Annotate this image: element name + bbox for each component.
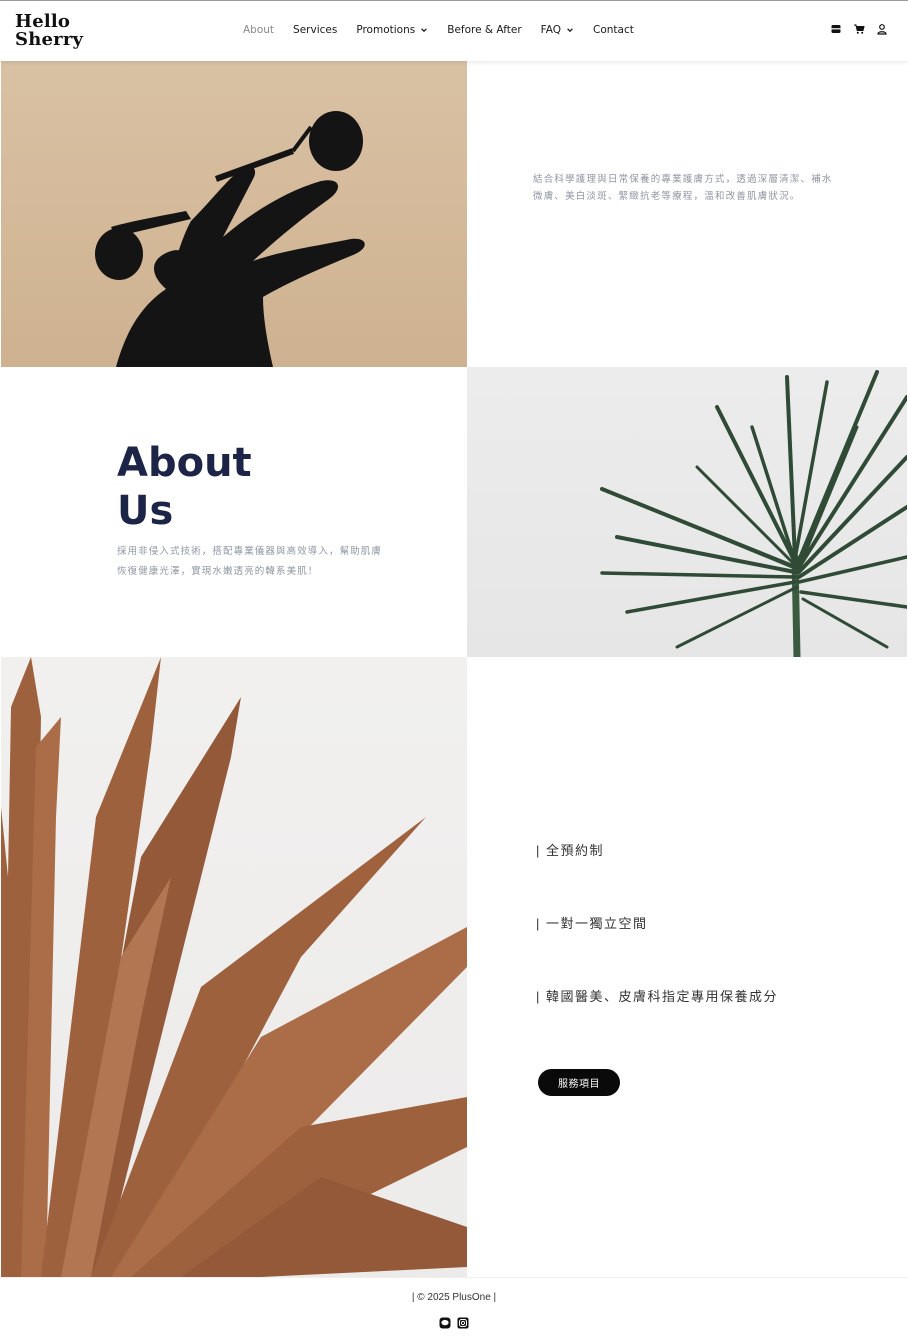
site-header: Hello Sherry About Services Promotions B… [0,0,908,61]
main-nav: About Services Promotions Before & After… [243,24,653,36]
nav-item-about[interactable]: About [243,24,274,36]
store-icon[interactable] [830,23,842,35]
feature-item: | 韓國醫美、皮膚科指定專用保養成分 [536,989,778,1004]
nav-label: Contact [593,24,634,36]
header-icons [819,23,888,35]
chevron-down-icon [421,28,428,33]
intro-section: 結合科學護理與日常保養的專業護膚方式，透過深層清潔、補水微膚、美白淡斑、緊緻抗老… [467,61,908,367]
nav-item-faq[interactable]: FAQ [541,24,574,36]
copyright-text: | © 2025 PlusOne | [411,1292,497,1303]
chevron-down-icon [567,28,573,33]
cart-icon[interactable] [853,23,865,35]
plant-illustration [600,370,907,657]
feature-item: | 全預約制 [536,843,604,858]
site-logo[interactable]: Hello Sherry [15,13,83,49]
nav-item-before-after[interactable]: Before & After [447,24,521,36]
features-section: | 全預約制 | 一對一獨立空間 | 韓國醫美、皮膚科指定專用保養成分 服務項目 [467,657,908,1277]
nav-item-promotions[interactable]: Promotions [356,24,428,36]
about-title: About Us [117,439,252,535]
nav-item-services[interactable]: Services [293,24,337,36]
about-title-line-2: Us [117,488,174,534]
nav-label: FAQ [540,24,561,36]
plant-image [467,367,907,657]
dried-palm-image [1,657,467,1277]
feature-item: | 一對一獨立空間 [536,916,648,931]
hand-shadow-image [1,61,467,367]
social-links [0,1317,908,1329]
instagram-icon[interactable] [457,1317,469,1329]
about-section: About Us 採用非侵入式技術，搭配專業儀器與高效導入，幫助肌膚恢復健康光澤… [1,367,467,657]
services-button[interactable]: 服務項目 [538,1069,620,1096]
logo-line-2: Sherry [15,29,84,50]
site-footer: | © 2025 PlusOne | [0,1277,908,1343]
nav-label: Promotions [356,24,416,36]
intro-text: 結合科學護理與日常保養的專業護膚方式，透過深層清潔、補水微膚、美白淡斑、緊緻抗老… [533,174,833,202]
nav-label: About [243,24,275,36]
nav-item-contact[interactable]: Contact [593,24,634,36]
nav-label: Before & After [447,24,522,36]
nav-label: Services [293,24,338,36]
hand-shadow-illustration [95,111,365,367]
dried-palm-illustration [1,657,467,1277]
line-icon[interactable] [439,1317,451,1329]
user-icon[interactable] [876,23,888,35]
about-title-line-1: About [117,440,252,486]
about-text: 採用非侵入式技術，搭配專業儀器與高效導入，幫助肌膚恢復健康光澤，實現水嫩透亮的韓… [117,546,383,577]
